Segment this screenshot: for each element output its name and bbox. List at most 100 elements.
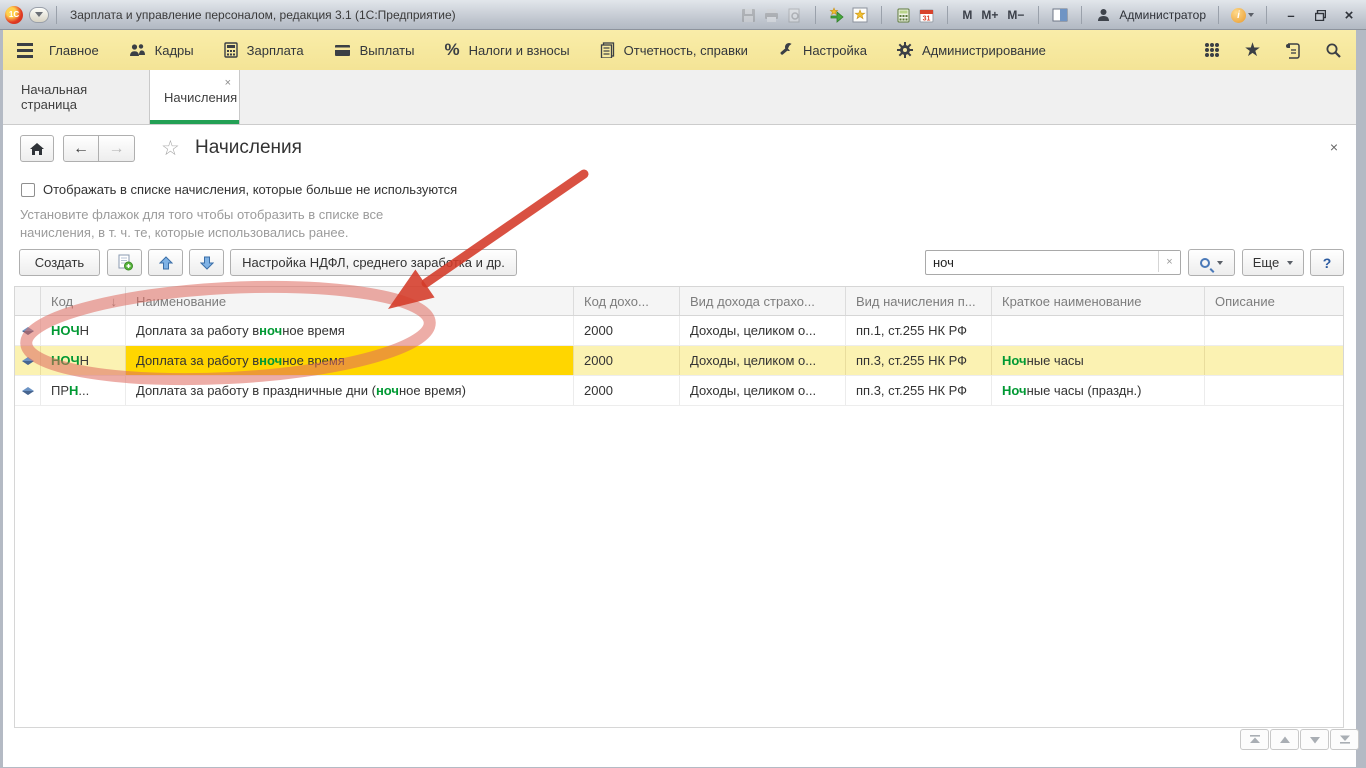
divider	[1266, 6, 1267, 24]
home-button[interactable]	[20, 135, 54, 162]
history-icon[interactable]	[1285, 42, 1301, 59]
print-icon	[762, 6, 780, 24]
divider	[1038, 6, 1039, 24]
cell-name: Доплата за работу в праздничные дни (ноч…	[126, 376, 574, 405]
menu-item-reports[interactable]: Отчетность, справки	[600, 42, 748, 58]
cell-code: НОЧН	[41, 346, 126, 375]
tab-label: Начисления	[164, 90, 237, 105]
add-favorite-icon[interactable]	[828, 6, 846, 24]
search-input[interactable]	[925, 250, 1181, 275]
cell-name-focused: Доплата за работу в ночное время	[126, 346, 574, 375]
favorite-star-icon[interactable]: ☆	[161, 136, 180, 161]
memory-m-button[interactable]: М	[960, 8, 974, 22]
table-row[interactable]: ПРН... Доплата за работу в праздничные д…	[15, 376, 1343, 406]
page-title: Начисления	[195, 137, 302, 159]
arrow-down-icon	[200, 256, 214, 270]
active-tab-indicator	[150, 120, 239, 124]
system-menu-button[interactable]	[29, 7, 49, 23]
header-description[interactable]: Описание	[1205, 287, 1343, 315]
calendar-icon[interactable]: 31	[917, 6, 935, 24]
menu-item-main[interactable]: Главное	[49, 43, 99, 58]
show-unused-checkbox[interactable]	[21, 183, 35, 197]
menu-item-payments[interactable]: Выплаты	[334, 43, 415, 58]
close-button[interactable]: ×	[1337, 6, 1361, 24]
forward-button[interactable]: →	[99, 135, 135, 162]
header-accrual-kind[interactable]: Вид начисления п...	[846, 287, 992, 315]
calculator-icon[interactable]	[894, 6, 912, 24]
header-icon-column[interactable]	[15, 287, 41, 315]
close-tab-icon[interactable]: ×	[225, 78, 231, 89]
table-row[interactable]: НОЧН Доплата за работу в ночное время 20…	[15, 316, 1343, 346]
people-icon	[129, 43, 146, 58]
search-button[interactable]	[1188, 249, 1235, 276]
scroll-down-button[interactable]	[1300, 729, 1329, 750]
list-scroll-buttons	[1240, 729, 1359, 750]
cell-code: ПРН...	[41, 376, 126, 405]
chevron-down-icon	[1287, 261, 1293, 265]
scroll-to-top-button[interactable]	[1240, 729, 1269, 750]
all-functions-grid-icon[interactable]	[1204, 42, 1220, 58]
move-up-button[interactable]	[148, 249, 183, 276]
hamburger-menu-icon[interactable]	[17, 43, 33, 58]
accruals-table: Код↓ Наименование Код дохо... Вид дохода…	[14, 286, 1344, 728]
divider	[56, 6, 57, 24]
tab-accruals[interactable]: Начисления ×	[150, 70, 240, 124]
history-navigation: ← →	[63, 135, 135, 162]
minimize-button[interactable]: –	[1279, 6, 1303, 24]
help-button[interactable]: ?	[1310, 249, 1344, 276]
copy-document-icon	[117, 254, 133, 271]
item-diamond-icon	[21, 356, 35, 366]
form-close-icon[interactable]: ×	[1330, 139, 1338, 155]
header-label: Код	[51, 294, 73, 309]
chevron-down-icon	[35, 12, 43, 17]
tab-label: Начальная страница	[21, 82, 131, 112]
favorites-list-icon[interactable]	[851, 6, 869, 24]
cell-income-code: 2000	[574, 346, 680, 375]
chevron-down-icon	[1217, 261, 1223, 265]
cell-accrual-kind: пп.3, ст.255 НК РФ	[846, 346, 992, 375]
create-button[interactable]: Создать	[19, 249, 100, 276]
info-button[interactable]: i	[1231, 8, 1254, 23]
cell-insurance-income: Доходы, целиком о...	[680, 346, 846, 375]
search-icon[interactable]	[1325, 42, 1342, 59]
menu-item-administration[interactable]: Администрирование	[897, 42, 1046, 58]
scroll-up-button[interactable]	[1270, 729, 1299, 750]
move-down-button[interactable]	[189, 249, 224, 276]
cell-short-name: Ночные часы	[992, 346, 1205, 375]
favorites-star-icon[interactable]: ★	[1244, 41, 1261, 60]
divider	[815, 6, 816, 24]
memory-m-minus-button[interactable]: М−	[1005, 8, 1026, 22]
table-row-selected[interactable]: НОЧН Доплата за работу в ночное время 20…	[15, 346, 1343, 376]
arrow-up-icon	[159, 256, 173, 270]
ndfl-settings-button[interactable]: Настройка НДФЛ, среднего заработка и др.	[230, 249, 517, 276]
tab-home-page[interactable]: Начальная страница	[3, 70, 150, 124]
clear-search-icon[interactable]: ×	[1158, 251, 1180, 272]
back-button[interactable]: ←	[63, 135, 99, 162]
item-diamond-icon	[21, 386, 35, 396]
card-icon	[334, 44, 351, 57]
menu-label: Кадры	[155, 43, 194, 58]
memory-m-plus-button[interactable]: М+	[979, 8, 1000, 22]
copy-button[interactable]	[107, 249, 142, 276]
cell-name: Доплата за работу в ночное время	[126, 316, 574, 345]
header-code[interactable]: Код↓	[41, 287, 126, 315]
header-name[interactable]: Наименование	[126, 287, 574, 315]
split-window-icon[interactable]	[1051, 6, 1069, 24]
maximize-button[interactable]	[1308, 6, 1332, 24]
menu-item-salary[interactable]: Зарплата	[224, 42, 304, 58]
menu-label: Зарплата	[247, 43, 304, 58]
menu-item-personnel[interactable]: Кадры	[129, 43, 194, 58]
checkbox-label: Отображать в списке начисления, которые …	[43, 182, 457, 197]
menu-item-taxes[interactable]: % Налоги и взносы	[444, 40, 569, 60]
scroll-to-bottom-button[interactable]	[1330, 729, 1359, 750]
more-button[interactable]: Еще	[1242, 249, 1304, 276]
current-user-label: Администратор	[1119, 8, 1206, 22]
cell-code: НОЧН	[41, 316, 126, 345]
accruals-form: ← → ☆ Начисления × Отображать в списке н…	[3, 125, 1356, 767]
menu-item-settings[interactable]: Настройка	[778, 42, 867, 58]
cell-income-code: 2000	[574, 376, 680, 405]
app-logo-1c-icon: 1С	[5, 6, 23, 24]
header-insurance-income-kind[interactable]: Вид дохода страхо...	[680, 287, 846, 315]
header-income-code[interactable]: Код дохо...	[574, 287, 680, 315]
header-short-name[interactable]: Краткое наименование	[992, 287, 1205, 315]
